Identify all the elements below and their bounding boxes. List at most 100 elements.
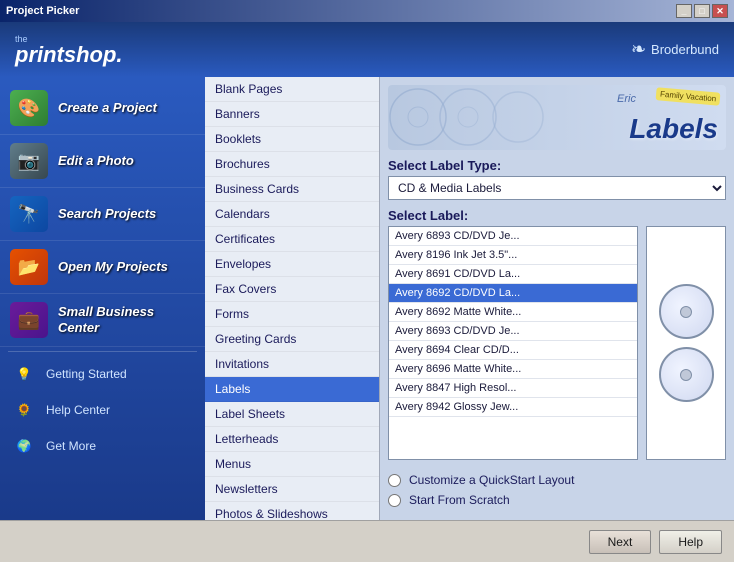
label-area: Avery 6893 CD/DVD Je...Avery 8196 Ink Je… xyxy=(388,226,726,460)
small-business-icon: 💼 xyxy=(8,300,50,340)
edit-photo-label: Edit a Photo xyxy=(58,153,134,169)
project-list-item[interactable]: Calendars xyxy=(205,202,379,227)
scratch-label[interactable]: Start From Scratch xyxy=(409,493,510,507)
search-projects-icon-bg: 🔭 xyxy=(10,196,48,232)
project-list-item[interactable]: Forms xyxy=(205,302,379,327)
getting-started-icon: 💡 xyxy=(10,361,38,387)
sidebar-small-items: 💡 Getting Started 🌻 Help Center 🌍 Get Mo… xyxy=(0,356,205,464)
project-list-item[interactable]: Labels xyxy=(205,377,379,402)
project-list-item[interactable]: Brochures xyxy=(205,152,379,177)
maximize-button[interactable]: □ xyxy=(694,4,710,18)
minimize-button[interactable]: _ xyxy=(676,4,692,18)
project-list[interactable]: Blank PagesBannersBookletsBrochuresBusin… xyxy=(205,77,380,520)
help-center-label: Help Center xyxy=(46,403,110,417)
small-business-label: Small Business Center xyxy=(58,304,197,335)
broderbund-logo: ❧ Broderbund xyxy=(631,39,719,60)
label-list-item[interactable]: Avery 8196 Ink Jet 3.5"... xyxy=(389,246,637,265)
label-list-item[interactable]: Avery 8847 High Resol... xyxy=(389,379,637,398)
label-list-item[interactable]: Avery 8694 Clear CD/D... xyxy=(389,341,637,360)
sidebar-item-open-projects[interactable]: 📂 Open My Projects xyxy=(0,241,205,294)
create-project-label: Create a Project xyxy=(58,100,157,116)
label-preview xyxy=(646,226,726,460)
quickstart-option[interactable]: Customize a QuickStart Layout xyxy=(388,473,726,487)
cd-top xyxy=(659,284,714,339)
leaf-icon: ❧ xyxy=(631,39,646,60)
sidebar-divider xyxy=(8,351,197,352)
label-select-section: Select Label: Avery 6893 CD/DVD Je...Ave… xyxy=(388,208,726,460)
label-type-dropdown-row: CD & Media LabelsAddress LabelsShipping … xyxy=(388,176,726,200)
label-list-item[interactable]: Avery 8692 Matte White... xyxy=(389,303,637,322)
family-badge: Family Vacation xyxy=(655,87,720,106)
title-bar: Project Picker _ □ ✕ xyxy=(0,0,734,22)
main-container: the printshop. ❧ Broderbund 🎨 Create a P… xyxy=(0,22,734,562)
edit-photo-icon-bg: 📷 xyxy=(10,143,48,179)
app-header: the printshop. ❧ Broderbund xyxy=(0,22,734,77)
scratch-radio[interactable] xyxy=(388,494,401,507)
label-list-item[interactable]: Avery 6893 CD/DVD Je... xyxy=(389,227,637,246)
project-list-item[interactable]: Letterheads xyxy=(205,427,379,452)
search-projects-icon: 🔭 xyxy=(8,194,50,234)
panel-header-title: Labels xyxy=(629,113,718,145)
quickstart-radio[interactable] xyxy=(388,474,401,487)
label-type-section: Select Label Type: CD & Media LabelsAddr… xyxy=(388,158,726,200)
broderbund-name: Broderbund xyxy=(651,42,719,57)
right-panel: Eric Family Vacation Labels Select Label… xyxy=(380,77,734,520)
sidebar-item-edit-photo[interactable]: 📷 Edit a Photo xyxy=(0,135,205,188)
small-business-icon-bg: 💼 xyxy=(10,302,48,338)
project-list-item[interactable]: Invitations xyxy=(205,352,379,377)
project-list-item[interactable]: Menus xyxy=(205,452,379,477)
label-list-item[interactable]: Avery 8696 Matte White... xyxy=(389,360,637,379)
label-type-dropdown[interactable]: CD & Media LabelsAddress LabelsShipping … xyxy=(388,176,726,200)
project-list-item[interactable]: Fax Covers xyxy=(205,277,379,302)
create-project-icon: 🎨 xyxy=(8,88,50,128)
label-select-heading: Select Label: xyxy=(388,208,726,223)
getting-started-label: Getting Started xyxy=(46,367,127,381)
open-projects-icon-bg: 📂 xyxy=(10,249,48,285)
footer: Next Help xyxy=(0,520,734,562)
project-list-item[interactable]: Greeting Cards xyxy=(205,327,379,352)
project-list-item[interactable]: Envelopes xyxy=(205,252,379,277)
sidebar-item-small-business[interactable]: 💼 Small Business Center xyxy=(0,294,205,347)
project-list-item[interactable]: Blank Pages xyxy=(205,77,379,102)
project-list-item[interactable]: Newsletters xyxy=(205,477,379,502)
project-list-item[interactable]: Business Cards xyxy=(205,177,379,202)
brand-name: printshop. xyxy=(15,44,123,66)
label-list-item[interactable]: Avery 8693 CD/DVD Je... xyxy=(389,322,637,341)
quickstart-label[interactable]: Customize a QuickStart Layout xyxy=(409,473,574,487)
scratch-option[interactable]: Start From Scratch xyxy=(388,493,726,507)
search-projects-label: Search Projects xyxy=(58,206,156,222)
label-header: Eric Family Vacation Labels xyxy=(388,85,726,150)
cd-preview xyxy=(654,279,719,407)
help-button[interactable]: Help xyxy=(659,530,722,554)
open-projects-icon: 📂 xyxy=(8,247,50,287)
printshop-logo: the printshop. xyxy=(15,34,123,66)
label-list[interactable]: Avery 6893 CD/DVD Je...Avery 8196 Ink Je… xyxy=(388,226,638,460)
sidebar-item-create-project[interactable]: 🎨 Create a Project xyxy=(0,82,205,135)
sidebar-small-get-more[interactable]: 🌍 Get More xyxy=(0,428,205,464)
help-center-icon: 🌻 xyxy=(10,397,38,423)
project-list-item[interactable]: Banners xyxy=(205,102,379,127)
sidebar-small-help-center[interactable]: 🌻 Help Center xyxy=(0,392,205,428)
next-button[interactable]: Next xyxy=(589,530,652,554)
project-list-item[interactable]: Booklets xyxy=(205,127,379,152)
label-list-item[interactable]: Avery 8692 CD/DVD La... xyxy=(389,284,637,303)
edit-photo-icon: 📷 xyxy=(8,141,50,181)
sidebar: 🎨 Create a Project 📷 Edit a Photo 🔭 Sear… xyxy=(0,77,205,520)
create-project-icon-bg: 🎨 xyxy=(10,90,48,126)
sidebar-item-search-projects[interactable]: 🔭 Search Projects xyxy=(0,188,205,241)
window-controls: _ □ ✕ xyxy=(676,4,728,18)
get-more-icon: 🌍 xyxy=(10,433,38,459)
get-more-label: Get More xyxy=(46,439,96,453)
close-button[interactable]: ✕ xyxy=(712,4,728,18)
label-list-item[interactable]: Avery 8691 CD/DVD La... xyxy=(389,265,637,284)
project-list-item[interactable]: Photos & Slideshows xyxy=(205,502,379,520)
sidebar-small-getting-started[interactable]: 💡 Getting Started xyxy=(0,356,205,392)
project-list-item[interactable]: Certificates xyxy=(205,227,379,252)
label-list-item[interactable]: Avery 8942 Glossy Jew... xyxy=(389,398,637,417)
content-area: 🎨 Create a Project 📷 Edit a Photo 🔭 Sear… xyxy=(0,77,734,520)
project-list-item[interactable]: Label Sheets xyxy=(205,402,379,427)
label-type-heading: Select Label Type: xyxy=(388,158,726,173)
radio-options: Customize a QuickStart Layout Start From… xyxy=(388,468,726,512)
eric-text: Eric xyxy=(617,93,636,105)
sidebar-main-items: 🎨 Create a Project 📷 Edit a Photo 🔭 Sear… xyxy=(0,82,205,347)
